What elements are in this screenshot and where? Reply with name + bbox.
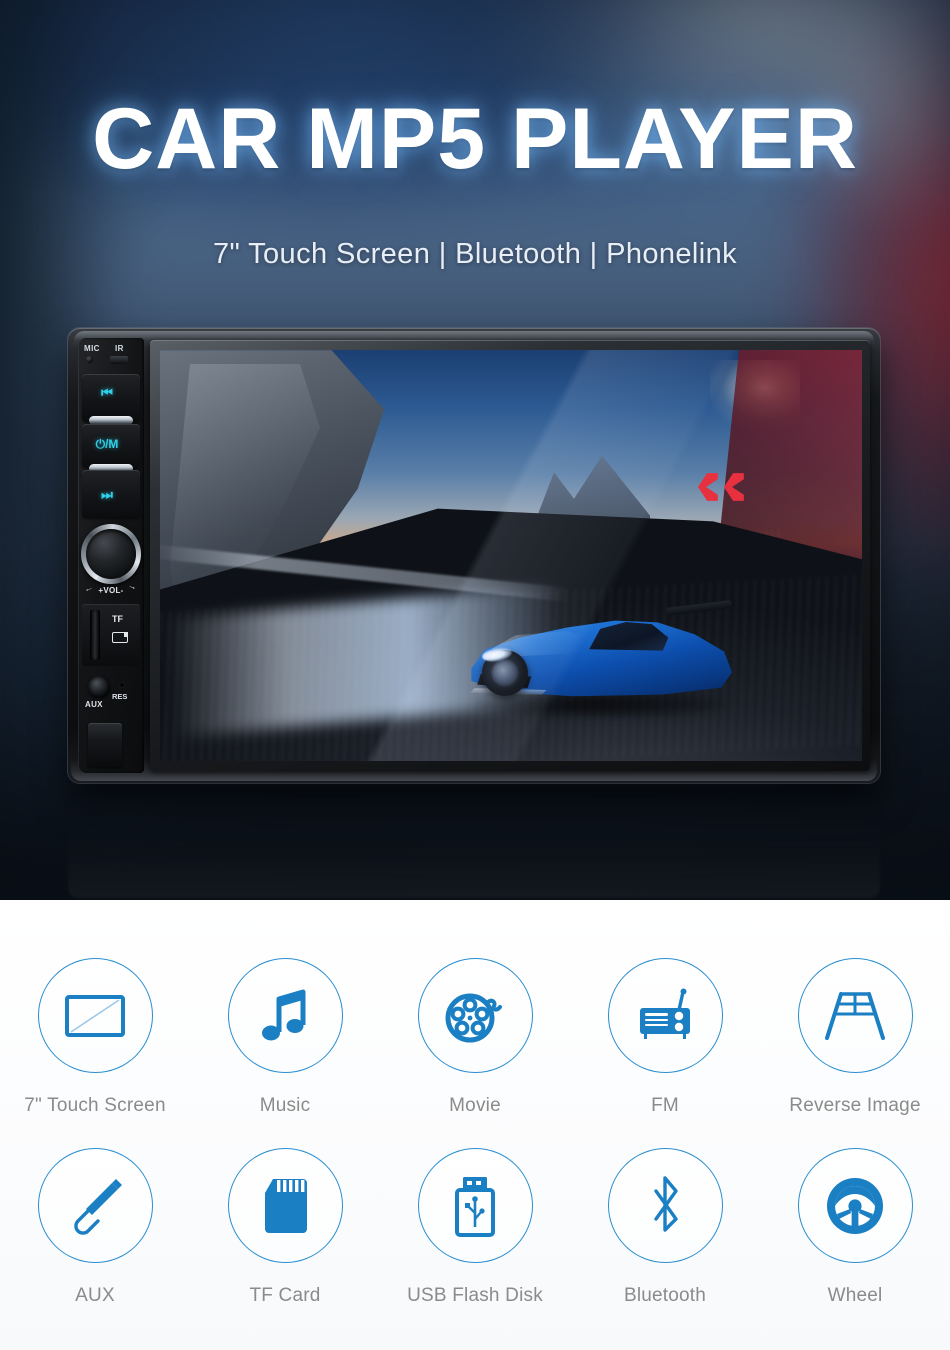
volume-knob-face <box>86 529 136 579</box>
feature-usb-flash-disk[interactable]: USB Flash Disk <box>380 1148 570 1307</box>
previous-track-icon[interactable]: ⏮ <box>78 386 136 399</box>
feature-tf-card[interactable]: TF Card <box>190 1148 380 1307</box>
aux-plug-icon <box>74 1178 122 1235</box>
page-title: CAR MP5 PLAYER <box>92 91 858 187</box>
music-note-icon <box>262 989 306 1040</box>
car-stereo-device: MIC IR ⏮ ⏻/M ⏭ ← → +VOL- TF AUX RES <box>68 328 880 783</box>
feature-row-2: AUX TF Card USB Flash Disk Bluetooth Whe… <box>0 1148 950 1307</box>
feature-icon-circle <box>227 1148 343 1263</box>
feature-icon-circle <box>417 1148 533 1263</box>
usb-port[interactable] <box>88 723 122 767</box>
next-track-icon[interactable]: ⏭ <box>78 488 136 501</box>
power-icon[interactable]: ⏻/M <box>78 438 136 450</box>
feature-icon-circle <box>227 958 343 1073</box>
feature-icon-circle <box>607 1148 723 1263</box>
feature-movie[interactable]: Movie <box>380 958 570 1117</box>
feature-grid: 7" Touch Screen Music Movie FM Reverse I… <box>0 900 950 1350</box>
steering-wheel-icon <box>827 1177 883 1234</box>
feature-label: 7" Touch Screen <box>24 1095 166 1116</box>
feature-reverse-image[interactable]: Reverse Image <box>760 958 950 1117</box>
display-screen[interactable] <box>160 350 862 761</box>
reset-pinhole-button[interactable] <box>119 682 125 688</box>
reset-label: RES <box>112 692 128 701</box>
sd-card-glyph-icon <box>112 632 128 643</box>
control-panel: MIC IR ⏮ ⏻/M ⏭ ← → +VOL- TF AUX RES <box>78 338 144 773</box>
microphone-icon <box>86 356 93 363</box>
film-reel-icon <box>445 993 502 1042</box>
feature-label: AUX <box>75 1285 115 1306</box>
feature-label: Reverse Image <box>789 1095 921 1116</box>
tf-slot-opening <box>90 610 100 660</box>
feature-icon-circle <box>417 958 533 1073</box>
tf-card-slot[interactable]: TF <box>82 604 140 666</box>
feature-steering-wheel-control[interactable]: Wheel <box>760 1148 950 1307</box>
feature-fm-radio[interactable]: FM <box>570 958 760 1117</box>
feature-icon-circle <box>37 1148 153 1263</box>
feature-label: FM <box>651 1095 679 1116</box>
feature-label: USB Flash Disk <box>407 1285 543 1306</box>
mic-label: MIC <box>84 344 100 353</box>
feature-aux[interactable]: AUX <box>0 1148 190 1307</box>
feature-label: Bluetooth <box>623 1285 707 1306</box>
feature-bluetooth[interactable]: Bluetooth <box>570 1148 760 1307</box>
tf-label: TF <box>112 614 123 624</box>
touch-screen-icon <box>65 994 125 1037</box>
screen-bezel <box>150 340 870 771</box>
feature-label: TF Card <box>249 1285 321 1306</box>
ir-receiver-icon <box>110 356 128 364</box>
feature-label: Movie <box>449 1095 501 1116</box>
feature-label: Music <box>259 1095 311 1116</box>
aux-label: AUX <box>85 700 103 709</box>
feature-label: Wheel <box>827 1285 883 1306</box>
feature-music[interactable]: Music <box>190 958 380 1117</box>
device-reflection <box>68 786 880 898</box>
sd-card-icon <box>265 1178 307 1233</box>
ir-label: IR <box>115 344 124 353</box>
usb-flash-drive-icon <box>455 1176 495 1237</box>
feature-icon-circle <box>797 958 913 1073</box>
screen-glass-reflection <box>160 350 862 761</box>
feature-icon-circle <box>37 958 153 1073</box>
aux-jack-port[interactable] <box>88 676 110 698</box>
page-subtitle: 7" Touch Screen | Bluetooth | Phonelink <box>212 238 738 270</box>
radio-icon <box>640 988 690 1039</box>
volume-knob[interactable] <box>81 524 141 584</box>
volume-label: +VOL- <box>98 586 124 595</box>
feature-touch-screen[interactable]: 7" Touch Screen <box>0 958 190 1117</box>
bluetooth-icon <box>654 1175 678 1232</box>
hero-banner: CAR MP5 PLAYER 7" Touch Screen | Bluetoo… <box>0 0 950 900</box>
feature-icon-circle <box>607 958 723 1073</box>
feature-row-1: 7" Touch Screen Music Movie FM Reverse I… <box>0 958 950 1117</box>
feature-icon-circle <box>797 1148 913 1263</box>
reverse-image-icon <box>825 991 885 1040</box>
